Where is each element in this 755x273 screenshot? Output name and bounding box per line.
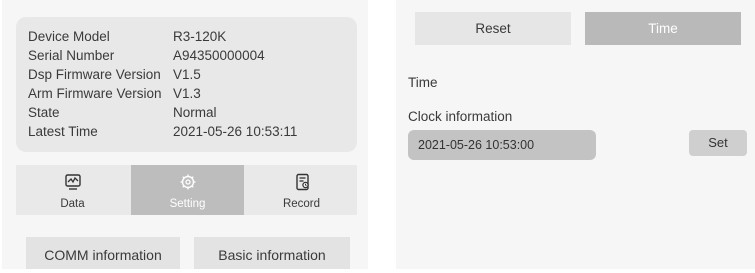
- time-button[interactable]: Time: [585, 12, 741, 45]
- info-label: Serial Number: [28, 48, 115, 63]
- nav-label: Data: [60, 198, 85, 210]
- info-label: State: [28, 105, 60, 120]
- clock-time-field[interactable]: 2021-05-26 10:53:00: [408, 130, 596, 160]
- info-value: A94350000004: [173, 48, 265, 63]
- info-value: R3-120K: [173, 29, 227, 44]
- chart-monitor-icon: [65, 174, 81, 190]
- time-settings-panel: Reset Time Time Clock information 2021-0…: [396, 0, 755, 269]
- nav-tab-record[interactable]: Record: [246, 165, 357, 215]
- info-value: V1.5: [173, 67, 201, 82]
- reset-button[interactable]: Reset: [415, 12, 571, 45]
- info-label: Dsp Firmware Version: [28, 67, 161, 82]
- device-info-card: Device Model R3-120K Serial Number A9435…: [16, 17, 357, 152]
- comm-information-button[interactable]: COMM information: [26, 237, 180, 269]
- gear-icon: [180, 174, 196, 190]
- record-document-icon: [296, 173, 309, 191]
- info-label: Device Model: [28, 29, 110, 44]
- basic-information-button[interactable]: Basic information: [194, 237, 350, 269]
- info-value: 2021-05-26 10:53:11: [173, 124, 298, 139]
- set-button[interactable]: Set: [689, 130, 747, 156]
- nav-label: Record: [282, 198, 321, 210]
- nav-label: Setting: [169, 198, 206, 210]
- nav-tab-setting[interactable]: Setting: [131, 165, 244, 215]
- section-title-time: Time: [408, 75, 438, 90]
- info-label: Latest Time: [28, 124, 98, 139]
- bottom-nav: Data Setting Record: [16, 165, 357, 215]
- device-panel: Device Model R3-120K Serial Number A9435…: [2, 0, 368, 269]
- info-label: Arm Firmware Version: [28, 86, 162, 101]
- clock-information-label: Clock information: [408, 109, 513, 124]
- nav-tab-data[interactable]: Data: [16, 165, 129, 215]
- info-value: V1.3: [173, 86, 201, 101]
- info-value: Normal: [173, 105, 217, 120]
